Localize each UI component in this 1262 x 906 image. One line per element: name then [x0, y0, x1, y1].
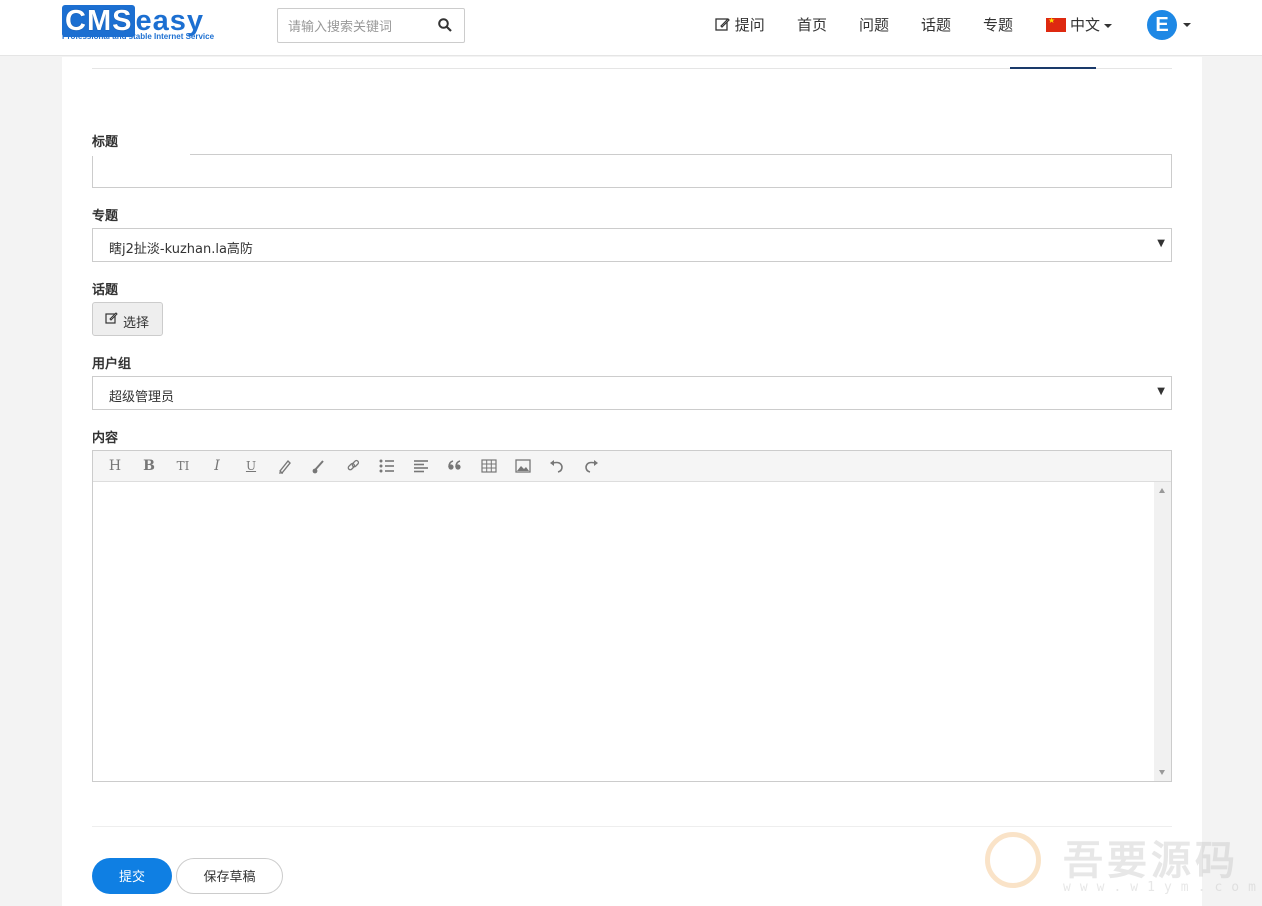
heading-icon[interactable]: H [105, 457, 125, 475]
form-divider [92, 826, 1172, 827]
table-icon[interactable] [479, 457, 499, 475]
dropdown-arrow-icon: ▼ [1157, 238, 1165, 249]
title-input-gap [92, 153, 190, 156]
usergroup-label: 用户组 [92, 357, 132, 372]
nav-topics[interactable]: 话题 [921, 14, 951, 35]
watermark: 吾要源码 www.w1ym.com [985, 828, 1256, 898]
redo-icon[interactable] [581, 457, 601, 475]
edit-icon [105, 312, 118, 324]
search-input[interactable] [286, 15, 430, 39]
title-label: 标题 [92, 135, 119, 150]
italic-icon[interactable]: I [207, 457, 227, 475]
scroll-up-icon[interactable] [1159, 488, 1165, 493]
search-icon[interactable] [438, 18, 452, 32]
title-input[interactable] [92, 154, 1172, 188]
search-box [277, 8, 465, 43]
active-tab-indicator [1010, 67, 1096, 69]
main-panel: 标题 专题 瞎j2扯淡-kuzhan.la高防 ▼ 话题 选择 用户组 超级管理… [62, 57, 1202, 906]
subject-value: 瞎j2扯淡-kuzhan.la高防 [109, 242, 253, 257]
align-icon[interactable] [411, 457, 431, 475]
quote-icon[interactable] [445, 457, 465, 475]
usergroup-value: 超级管理员 [109, 390, 175, 405]
language-label: 中文 [1070, 16, 1101, 34]
subject-select[interactable]: 瞎j2扯淡-kuzhan.la高防 ▼ [92, 228, 1172, 262]
editor-textarea[interactable] [93, 482, 1154, 781]
editor-scrollbar[interactable] [1154, 482, 1171, 781]
watermark-text: 吾要源码 [1063, 837, 1239, 884]
top-navbar: CMS easy Professional and stable Internet… [0, 0, 1262, 56]
nav-home[interactable]: 首页 [797, 14, 827, 35]
chevron-down-icon [1104, 23, 1113, 28]
nav-questions[interactable]: 问题 [859, 14, 889, 35]
choose-topic-button[interactable]: 选择 [92, 302, 163, 336]
font-size-icon[interactable]: TI [173, 457, 193, 475]
editor-toolbar: H B TI I U [93, 451, 1171, 482]
china-flag-icon [1046, 16, 1066, 32]
content-label: 内容 [92, 431, 119, 446]
nav-subjects[interactable]: 专题 [983, 14, 1013, 35]
topic-label: 话题 [92, 283, 119, 298]
logo-tagline: Professional and stable Internet Service [62, 32, 215, 41]
undo-icon[interactable] [547, 457, 567, 475]
scroll-down-icon[interactable] [1159, 770, 1165, 775]
watermark-logo-icon [985, 832, 1041, 888]
avatar-chevron-down-icon[interactable] [1183, 23, 1191, 27]
language-switcher[interactable]: 中文 [1046, 14, 1113, 35]
brush-icon[interactable] [275, 457, 295, 475]
site-logo[interactable]: CMS easy Professional and stable Internet… [62, 5, 246, 44]
link-icon[interactable] [343, 457, 363, 475]
underline-icon[interactable]: U [241, 457, 261, 475]
nav-ask-question[interactable]: 提问 [715, 14, 765, 35]
image-icon[interactable] [513, 457, 533, 475]
avatar[interactable]: E [1147, 10, 1177, 40]
choose-button-label: 选择 [123, 316, 150, 331]
content-editor: H B TI I U [92, 450, 1172, 782]
submit-button[interactable]: 提交 [92, 858, 172, 894]
bold-icon[interactable]: B [139, 457, 159, 475]
dropdown-arrow-icon: ▼ [1157, 386, 1165, 397]
save-draft-button[interactable]: 保存草稿 [176, 858, 283, 894]
edit-icon [715, 18, 730, 31]
paint-icon[interactable] [309, 457, 329, 475]
list-icon[interactable] [377, 457, 397, 475]
usergroup-select[interactable]: 超级管理员 ▼ [92, 376, 1172, 410]
nav-ask-label: 提问 [734, 16, 765, 34]
watermark-url: www.w1ym.com [1063, 880, 1262, 895]
subject-label: 专题 [92, 209, 119, 224]
